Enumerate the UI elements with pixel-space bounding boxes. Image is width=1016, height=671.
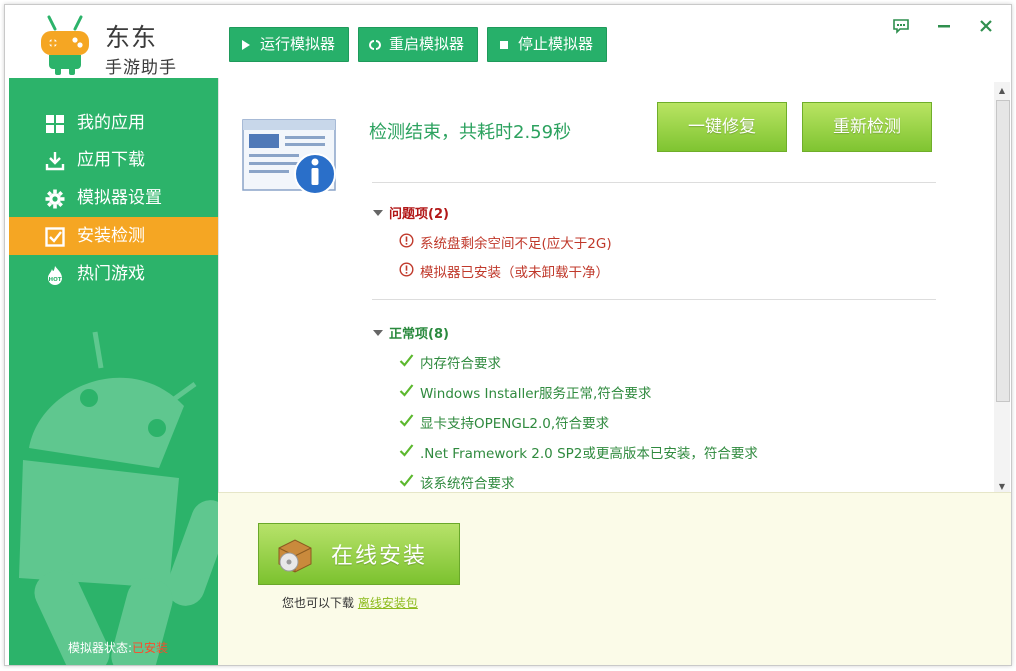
stop-emulator-label: 停止模拟器	[518, 35, 594, 53]
vertical-scrollbar[interactable]: ▲ ▼	[994, 82, 1010, 496]
normal-item-text: .Net Framework 2.0 SP2或更高版本已安装，符合要求	[420, 446, 758, 462]
play-icon	[239, 28, 253, 61]
grid-icon	[46, 115, 64, 133]
sidebar-item-hot-games[interactable]: HOT 热门游戏	[9, 255, 218, 293]
emulator-status-value: 已安装	[132, 641, 169, 655]
normal-item-text: Windows Installer服务正常,符合要求	[420, 386, 652, 402]
checkbox-icon	[45, 227, 65, 247]
minimize-icon[interactable]	[933, 15, 955, 37]
normal-section-title: 正常项(8)	[389, 327, 449, 342]
info-document-icon	[242, 119, 336, 195]
divider	[372, 182, 936, 183]
refresh-icon	[368, 28, 382, 61]
hot-fire-icon: HOT	[48, 266, 62, 285]
collapse-triangle-icon	[373, 210, 383, 216]
warning-circle-icon	[399, 233, 414, 248]
collapse-triangle-icon	[373, 330, 383, 336]
brand-name: 东东	[105, 23, 158, 52]
sidebar: 我的应用 应用下载 模拟器设置 安装检测 HOT 热门游戏 模拟器状态:已安装	[9, 78, 218, 665]
problem-item-text: 系统盘剩余空间不足(应大于2G)	[420, 236, 612, 252]
sidebar-item-emulator-settings[interactable]: 模拟器设置	[9, 179, 218, 217]
checkmark-icon	[399, 354, 414, 367]
sidebar-item-label: 应用下载	[77, 150, 145, 170]
normal-item-text: 该系统符合要求	[420, 476, 515, 492]
checkmark-icon	[399, 384, 414, 397]
scrollbar-thumb[interactable]	[996, 100, 1010, 402]
normal-section-toggle[interactable]: 正常项(8)	[373, 323, 449, 342]
sidebar-item-app-download[interactable]: 应用下载	[9, 141, 218, 179]
emulator-status: 模拟器状态:已安装	[68, 639, 168, 656]
sidebar-item-my-apps[interactable]: 我的应用	[9, 104, 218, 142]
offline-download-prefix: 您也可以下载	[282, 596, 355, 610]
sidebar-item-label: 安装检测	[77, 226, 145, 246]
offline-download-hint: 您也可以下载 离线安装包	[282, 594, 418, 611]
restart-emulator-label: 重启模拟器	[389, 35, 465, 53]
run-emulator-label: 运行模拟器	[260, 35, 336, 53]
android-robot-watermark	[19, 331, 218, 665]
download-icon	[45, 152, 65, 171]
android-gamepad-logo	[41, 15, 89, 75]
detection-panel: 检测结束，共耗时2.59秒 一键修复 重新检测 问题项(2) 系统盘剩余空间不足…	[218, 78, 1011, 496]
title-bar: 东东 手游助手 运行模拟器 重启模拟器 停止模拟器	[5, 5, 1011, 78]
app-window: 东东 手游助手 运行模拟器 重启模拟器 停止模拟器 我的应用 应用下载 模拟器设…	[4, 4, 1012, 666]
sidebar-item-label: 热门游戏	[77, 264, 145, 284]
problems-section-title: 问题项(2)	[389, 207, 449, 222]
detection-time: 2.59秒	[513, 122, 572, 143]
warning-circle-icon	[399, 262, 414, 277]
checkmark-icon	[399, 414, 414, 427]
install-package-icon	[278, 539, 312, 573]
sidebar-item-install-check[interactable]: 安装检测	[9, 217, 218, 255]
install-area: 在线安装 您也可以下载 离线安装包	[218, 492, 1011, 665]
detection-result-text: 检测结束，共耗时	[369, 122, 513, 143]
svg-text:HOT: HOT	[48, 277, 61, 283]
divider	[372, 299, 936, 300]
normal-item-text: 内存符合要求	[420, 356, 501, 372]
brand-subtitle: 手游助手	[105, 58, 177, 78]
stop-icon	[497, 28, 511, 61]
normal-item-text: 显卡支持OPENGL2.0,符合要求	[420, 416, 610, 432]
detection-result: 检测结束，共耗时2.59秒	[369, 118, 571, 144]
sidebar-item-label: 模拟器设置	[77, 188, 162, 208]
restart-emulator-button[interactable]: 重启模拟器	[358, 27, 478, 62]
recheck-button[interactable]: 重新检测	[802, 102, 932, 152]
close-icon[interactable]	[975, 15, 997, 37]
gear-icon	[45, 189, 65, 209]
sidebar-item-label: 我的应用	[77, 113, 145, 133]
offline-package-link[interactable]: 离线安装包	[358, 596, 418, 610]
stop-emulator-button[interactable]: 停止模拟器	[487, 27, 607, 62]
one-click-fix-button[interactable]: 一键修复	[657, 102, 787, 152]
run-emulator-button[interactable]: 运行模拟器	[229, 27, 349, 62]
checkmark-icon	[399, 444, 414, 457]
problem-item-text: 模拟器已安装（或未卸载干净）	[420, 265, 609, 281]
online-install-button[interactable]: 在线安装	[258, 523, 460, 585]
scroll-up-arrow-icon[interactable]: ▲	[994, 84, 1010, 98]
online-install-label: 在线安装	[331, 544, 428, 569]
emulator-status-label: 模拟器状态:	[68, 641, 133, 655]
problems-section-toggle[interactable]: 问题项(2)	[373, 203, 449, 222]
feedback-icon[interactable]	[890, 15, 912, 37]
checkmark-icon	[399, 474, 414, 487]
